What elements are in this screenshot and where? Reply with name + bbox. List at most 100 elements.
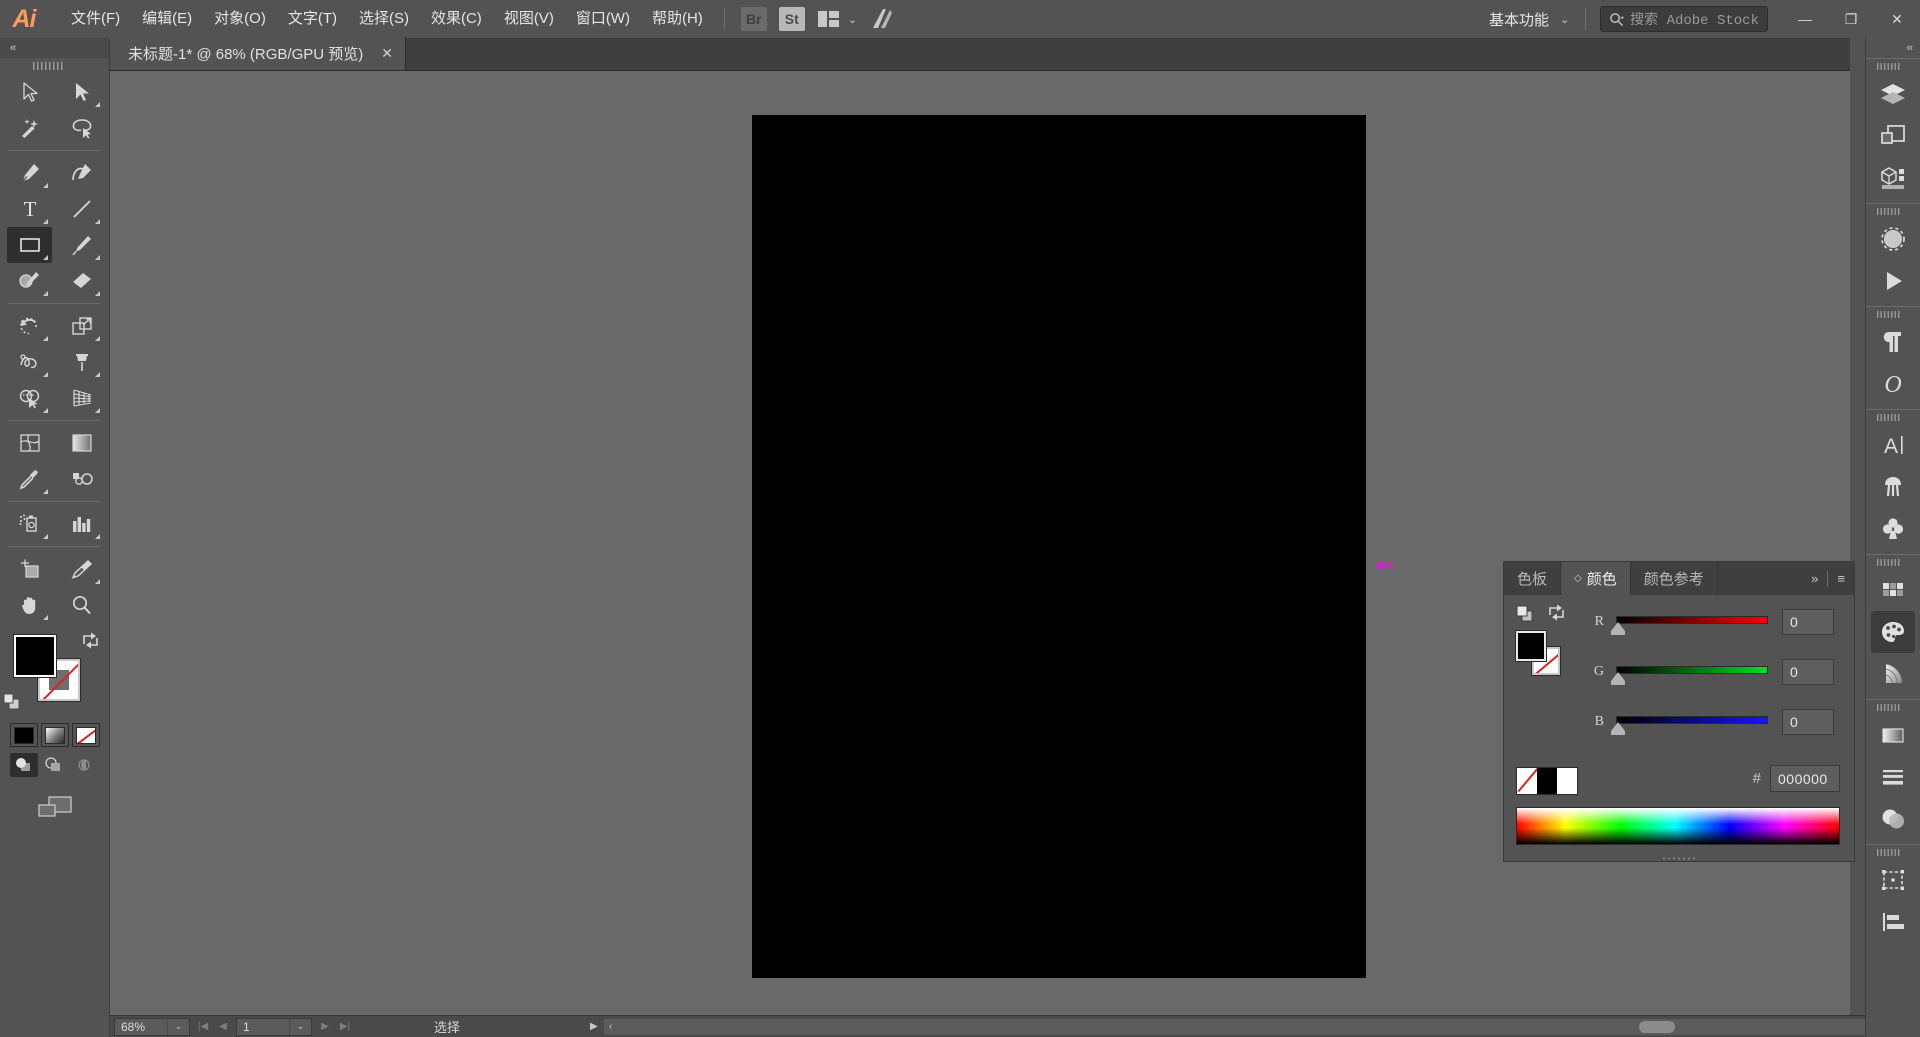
dock-group-grip[interactable] bbox=[1866, 845, 1920, 859]
close-icon[interactable]: ✕ bbox=[381, 45, 393, 62]
scale-tool[interactable] bbox=[59, 308, 104, 344]
prev-artboard-button[interactable]: ◀ bbox=[214, 1018, 232, 1036]
cp-default-fill-stroke-button[interactable] bbox=[1516, 605, 1536, 628]
status-menu-button[interactable]: ▶ bbox=[590, 1021, 598, 1032]
color-guide-panel-icon[interactable] bbox=[1871, 653, 1915, 695]
menu-view[interactable]: 视图(V) bbox=[493, 0, 565, 38]
red-slider[interactable] bbox=[1611, 612, 1768, 635]
brushes-panel-icon[interactable] bbox=[1871, 466, 1915, 508]
draw-inside-button[interactable] bbox=[70, 753, 98, 777]
fill-swatch[interactable] bbox=[13, 634, 57, 678]
dock-group-grip[interactable] bbox=[1866, 59, 1920, 73]
stock-logo-button[interactable] bbox=[863, 0, 901, 38]
minimize-button[interactable]: — bbox=[1782, 0, 1828, 38]
swap-fill-stroke-button[interactable] bbox=[80, 631, 102, 656]
first-artboard-button[interactable]: |◀ bbox=[194, 1018, 212, 1036]
none-mode-button[interactable] bbox=[72, 723, 100, 747]
artboard-number-field[interactable]: 1 ⌄ bbox=[236, 1017, 312, 1036]
cp-fill-swatch[interactable] bbox=[1515, 630, 1547, 662]
artboard-tool[interactable] bbox=[7, 551, 52, 587]
swatch-none[interactable] bbox=[1517, 768, 1537, 794]
dock-group-grip[interactable] bbox=[1866, 555, 1920, 569]
dock-group-grip[interactable] bbox=[1866, 410, 1920, 424]
draw-normal-button[interactable] bbox=[10, 753, 38, 777]
blend-tool[interactable] bbox=[59, 461, 104, 497]
chevron-down-icon[interactable]: ⌄ bbox=[289, 1018, 311, 1035]
gradient-tool[interactable] bbox=[59, 425, 104, 461]
gradient-mode-button[interactable] bbox=[41, 723, 69, 747]
tab-color-guide[interactable]: 颜色参考 bbox=[1631, 562, 1718, 595]
character-panel-icon[interactable]: A bbox=[1871, 424, 1915, 466]
artboard[interactable] bbox=[752, 115, 1366, 978]
shaper-tool[interactable] bbox=[7, 263, 52, 299]
change-screen-mode-button[interactable] bbox=[35, 793, 75, 826]
glyphs-panel-icon[interactable]: O bbox=[1871, 363, 1915, 405]
tab-swatches[interactable]: 色板 bbox=[1504, 562, 1562, 595]
menu-window[interactable]: 窗口(W) bbox=[565, 0, 641, 38]
swatches-panel-icon[interactable] bbox=[1871, 569, 1915, 611]
perspective-grid-tool[interactable] bbox=[59, 380, 104, 416]
tools-panel-grip[interactable] bbox=[0, 58, 109, 74]
mesh-tool[interactable] bbox=[7, 425, 52, 461]
stock-button[interactable]: St bbox=[773, 0, 811, 38]
paintbrush-tool[interactable] bbox=[59, 227, 104, 263]
actions-panel-icon[interactable] bbox=[1871, 260, 1915, 302]
hex-value-field[interactable]: 000000 bbox=[1770, 765, 1840, 792]
direct-selection-tool[interactable] bbox=[59, 74, 104, 110]
green-slider-knob[interactable] bbox=[1611, 672, 1625, 685]
menu-object[interactable]: 对象(O) bbox=[203, 0, 277, 38]
document-tab[interactable]: 未标题-1* @ 68% (RGB/GPU 预览) ✕ bbox=[110, 37, 406, 70]
transparency-panel-icon[interactable] bbox=[1871, 218, 1915, 260]
horizontal-scroll-thumb[interactable] bbox=[1638, 1020, 1675, 1033]
rotate-tool[interactable] bbox=[7, 308, 52, 344]
eyedropper-tool[interactable] bbox=[7, 461, 52, 497]
color-panel-resize-grip[interactable] bbox=[1504, 856, 1854, 861]
draw-behind-button[interactable] bbox=[40, 753, 68, 777]
search-input[interactable]: 搜索 Adobe Stock bbox=[1600, 6, 1768, 32]
blue-value-field[interactable]: 0 bbox=[1782, 709, 1834, 735]
dock-group-grip[interactable] bbox=[1866, 307, 1920, 321]
selection-tool[interactable] bbox=[7, 74, 52, 110]
close-button[interactable]: ✕ bbox=[1874, 0, 1920, 38]
menu-type[interactable]: 文字(T) bbox=[277, 0, 348, 38]
collapse-panel-icon[interactable]: ‹‹ bbox=[10, 42, 16, 54]
swatch-white[interactable] bbox=[1557, 768, 1577, 794]
transform-panel-icon[interactable] bbox=[1871, 859, 1915, 901]
status-text[interactable]: 选择 bbox=[434, 1017, 460, 1036]
hand-tool[interactable] bbox=[7, 587, 52, 623]
layers-panel-icon[interactable] bbox=[1871, 73, 1915, 115]
color-panel-icon[interactable] bbox=[1871, 611, 1915, 653]
shape-builder-tool[interactable] bbox=[7, 380, 52, 416]
canvas-area[interactable]: 路径 bbox=[110, 71, 1850, 1015]
artboards-panel-icon[interactable] bbox=[1871, 115, 1915, 157]
dock-group-grip[interactable] bbox=[1866, 204, 1920, 218]
green-value-field[interactable]: 0 bbox=[1782, 659, 1834, 685]
scroll-left-arrow-icon[interactable]: ‹ bbox=[604, 1021, 618, 1032]
symbols-panel-icon[interactable] bbox=[1871, 508, 1915, 550]
panel-menu-icon[interactable]: ≡ bbox=[1837, 571, 1845, 586]
cp-swap-fill-stroke-button[interactable] bbox=[1546, 603, 1568, 628]
eraser-tool[interactable] bbox=[59, 263, 104, 299]
arrange-documents-button[interactable]: ⌄ bbox=[811, 0, 863, 38]
horizontal-scrollbar[interactable]: ‹ › bbox=[603, 1018, 1918, 1035]
workspace-switcher[interactable]: 基本功能 ⌄ bbox=[1483, 0, 1575, 38]
blue-slider[interactable] bbox=[1611, 712, 1768, 735]
zoom-level-field[interactable]: 68% ⌄ bbox=[114, 1017, 190, 1036]
menu-edit[interactable]: 编辑(E) bbox=[131, 0, 203, 38]
next-artboard-button[interactable]: ▶ bbox=[316, 1018, 334, 1036]
dock-group-grip[interactable] bbox=[1866, 700, 1920, 714]
expand-panel-icon[interactable]: » bbox=[1811, 571, 1818, 586]
chevron-down-icon[interactable]: ⌄ bbox=[167, 1018, 189, 1035]
zoom-tool[interactable] bbox=[59, 587, 104, 623]
free-transform-tool[interactable] bbox=[59, 344, 104, 380]
align-panel-icon[interactable] bbox=[1871, 901, 1915, 943]
swatch-black[interactable] bbox=[1537, 768, 1557, 794]
width-tool[interactable] bbox=[7, 344, 52, 380]
stroke-panel-icon[interactable] bbox=[1871, 756, 1915, 798]
red-slider-knob[interactable] bbox=[1611, 622, 1625, 635]
symbol-sprayer-tool[interactable] bbox=[7, 506, 52, 542]
green-slider[interactable] bbox=[1611, 662, 1768, 685]
slice-tool[interactable] bbox=[59, 551, 104, 587]
menu-file[interactable]: 文件(F) bbox=[60, 0, 131, 38]
gradient-panel-icon[interactable] bbox=[1871, 714, 1915, 756]
